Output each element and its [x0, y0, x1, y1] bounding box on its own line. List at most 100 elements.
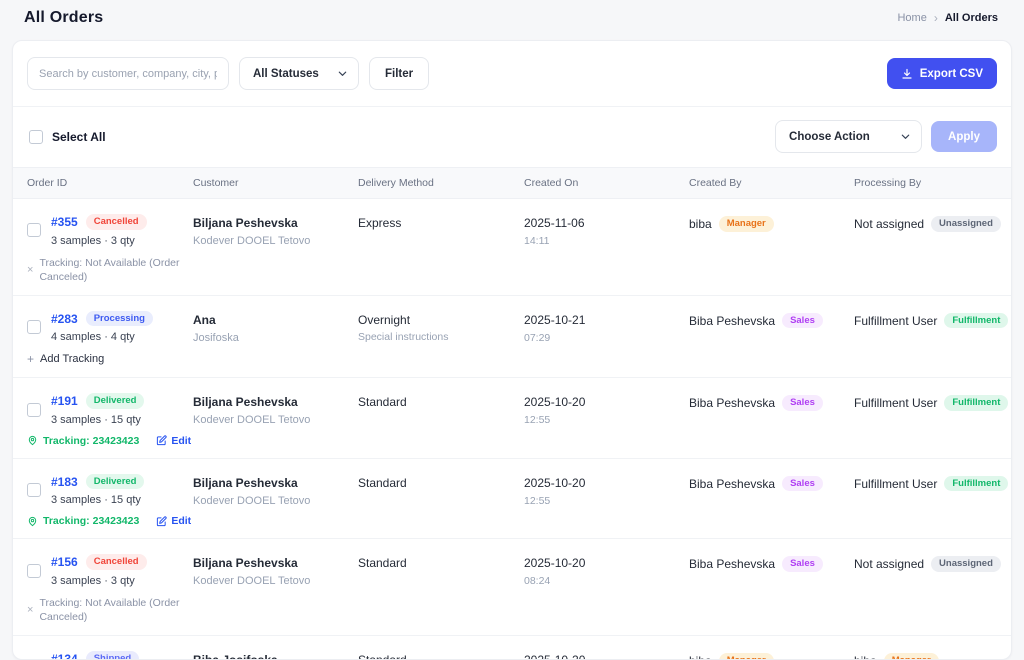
created-time: 07:29 — [524, 331, 551, 344]
apply-button[interactable]: Apply — [931, 121, 997, 152]
customer-name: Biljana Peshevska — [193, 475, 298, 490]
role-badge: Manager — [718, 653, 774, 659]
bulk-action-value: Choose Action — [789, 130, 870, 143]
row-checkbox[interactable] — [27, 402, 41, 417]
breadcrumb-home[interactable]: Home — [897, 12, 926, 24]
table-row: #283 Processing 4 samples · 4 qty + Add … — [13, 296, 1011, 379]
created-by-name: biba — [689, 216, 712, 231]
customer-company: Kodever DOOEL Tetovo — [193, 494, 311, 507]
delivery-cell: Overnight Special instructions — [358, 311, 524, 367]
filters-toolbar: All Statuses Filter Export CSV — [13, 41, 1011, 107]
top-bar: All Orders Home › All Orders — [0, 0, 1024, 32]
status-filter-select[interactable]: All Statuses — [239, 57, 359, 90]
created-time: 14:11 — [524, 235, 550, 247]
export-csv-label: Export CSV — [919, 67, 983, 80]
edit-icon — [157, 435, 167, 446]
customer-name: Ana — [193, 312, 216, 327]
order-cell: #183 Delivered 3 samples · 15 qty Tracki… — [27, 473, 193, 527]
processing-by-cell: Not assigned Unassigned — [854, 214, 1001, 284]
role-badge: Sales — [782, 395, 823, 411]
map-pin-icon — [28, 436, 37, 446]
bulk-actions-row: Select All Choose Action Apply — [13, 107, 1011, 167]
role-badge: Fulfillment — [944, 312, 1009, 329]
download-icon — [902, 68, 912, 79]
processing-by-name: Fulfillment User — [854, 476, 938, 491]
order-cell: #191 Delivered 3 samples · 15 qty Tracki… — [27, 393, 193, 447]
select-all-label: Select All — [52, 129, 106, 144]
delivery-cell: Express — [358, 214, 524, 284]
edit-tracking-link[interactable]: Edit — [156, 435, 191, 447]
customer-cell: Biljana Peshevska Kodever DOOEL Tetovo — [193, 474, 358, 528]
order-id-link[interactable]: #134 — [51, 652, 78, 659]
delivery-cell: Standard — [358, 554, 524, 624]
processing-by-cell: Not assigned Unassigned — [854, 554, 1001, 624]
customer-company: Kodever DOOEL Tetovo — [193, 575, 311, 588]
order-id-link[interactable]: #191 — [51, 394, 78, 408]
row-checkbox[interactable] — [27, 483, 41, 498]
x-icon: × — [27, 263, 34, 276]
plus-icon: + — [27, 352, 35, 367]
created-date: 2025-11-06 — [524, 216, 585, 230]
order-cell: #156 Cancelled 3 samples · 3 qty × Track… — [27, 554, 193, 624]
processing-by-name: Fulfillment User — [854, 396, 938, 411]
delivery-cell: Standard — [358, 393, 524, 447]
status-filter-value: All Statuses — [253, 67, 319, 80]
customer-cell: Biljana Peshevska Kodever DOOEL Tetovo — [193, 393, 358, 447]
search-input[interactable] — [27, 57, 229, 90]
created-date: 2025-10-20 — [524, 395, 586, 410]
processing-by-cell: Fulfillment User Fulfillment — [854, 393, 1009, 447]
processing-by-name: biba — [854, 654, 877, 659]
tracking-unavailable: × Tracking: Not Available (Order Cancele… — [27, 256, 193, 284]
row-checkbox[interactable] — [27, 563, 41, 578]
role-badge: Fulfillment — [944, 475, 1009, 492]
map-pin-icon — [28, 516, 37, 527]
customer-name: Biljana Peshevska — [193, 216, 298, 230]
table-row: #156 Cancelled 3 samples · 3 qty × Track… — [13, 539, 1011, 637]
created-by-name: Biba Peshevska — [689, 557, 776, 572]
order-id-link[interactable]: #355 — [51, 215, 78, 229]
order-id-link[interactable]: #156 — [51, 555, 78, 569]
row-checkbox[interactable] — [27, 223, 41, 238]
x-icon: × — [27, 604, 34, 617]
order-cell: #355 Cancelled 3 samples · 3 qty × Track… — [27, 214, 193, 284]
add-tracking-link[interactable]: + Add Tracking — [27, 352, 193, 366]
delivery-note: Special instructions — [358, 330, 449, 343]
created-by-cell: Biba Peshevska Sales — [689, 474, 854, 528]
table-header-row: Order ID Customer Delivery Method Create… — [13, 167, 1011, 199]
filter-button[interactable]: Filter — [369, 57, 430, 90]
select-all-checkbox[interactable] — [29, 129, 43, 144]
export-csv-button[interactable]: Export CSV — [886, 58, 997, 89]
order-summary: 3 samples · 15 qty — [51, 494, 141, 507]
order-summary: 3 samples · 3 qty — [51, 234, 135, 247]
customer-name: Biljana Peshevska — [193, 556, 298, 571]
customer-company: Kodever DOOEL Tetovo — [193, 414, 311, 427]
table-row: #191 Delivered 3 samples · 15 qty Tracki… — [13, 378, 1011, 459]
add-tracking-label: Add Tracking — [40, 353, 105, 366]
edit-tracking-link[interactable]: Edit — [156, 515, 191, 527]
bulk-action-select[interactable]: Choose Action — [775, 120, 923, 153]
order-id-link[interactable]: #183 — [51, 475, 78, 489]
customer-cell: Biba Josifoska rewrwer — [193, 651, 358, 659]
chevron-right-icon: › — [933, 11, 938, 25]
created-by-cell: Biba Peshevska Sales — [689, 393, 854, 447]
role-badge: Unassigned — [931, 556, 1001, 572]
row-checkbox[interactable] — [27, 320, 41, 335]
table-row: #183 Delivered 3 samples · 15 qty Tracki… — [13, 459, 1011, 540]
processing-by-cell: Fulfillment User Fulfillment — [854, 311, 1009, 367]
order-id-link[interactable]: #283 — [51, 312, 78, 326]
header-created-on: Created On — [524, 177, 579, 189]
customer-name: Biljana Peshevska — [193, 395, 298, 410]
delivery-cell: Standard — [358, 474, 524, 528]
select-all[interactable]: Select All — [29, 129, 106, 144]
orders-card: All Statuses Filter Export CSV Select Al… — [12, 40, 1012, 660]
order-cell: #283 Processing 4 samples · 4 qty + Add … — [27, 310, 193, 366]
created-by-cell: biba Manager — [689, 651, 854, 659]
tracking-number: Tracking: 23423423 — [27, 435, 139, 447]
chevron-down-icon — [901, 134, 910, 139]
table-row: #134 Shipped 2 samples · 4 qty Missing t… — [13, 636, 1011, 659]
edit-icon — [157, 516, 167, 526]
header-order-id: Order ID — [27, 177, 68, 189]
chevron-down-icon — [338, 71, 347, 76]
customer-company: Josifoska — [193, 331, 239, 344]
status-badge: Cancelled — [85, 554, 147, 570]
